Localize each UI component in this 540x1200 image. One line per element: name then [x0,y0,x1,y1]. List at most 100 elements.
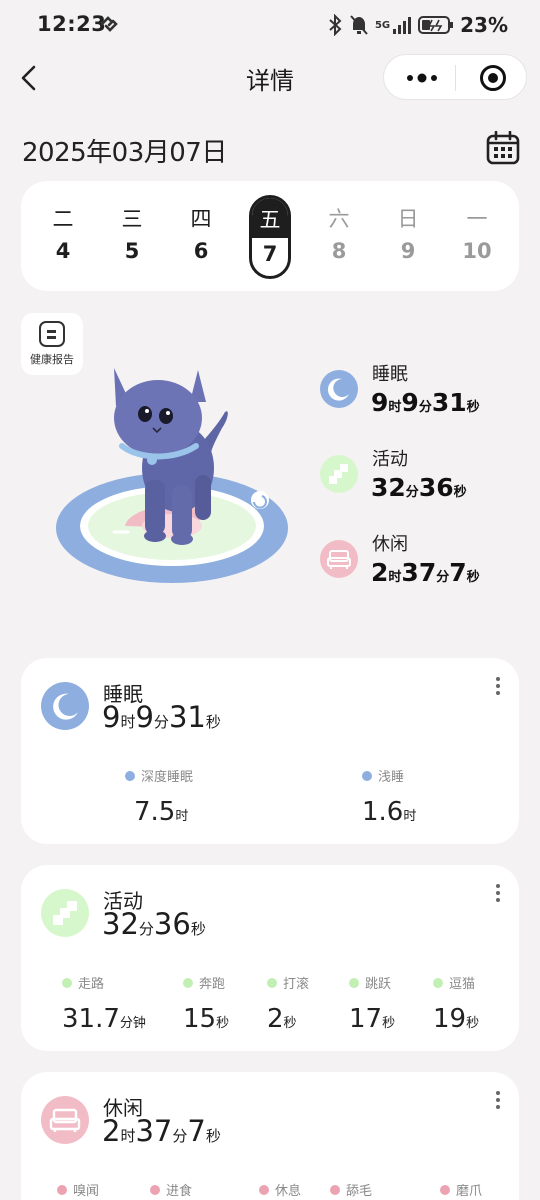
moon-zz-icon: zZ [41,682,89,730]
metric-value: 7.5 [134,797,176,827]
day-number: 9 [400,239,416,263]
metric-dot [57,1184,67,1195]
mute-bell-icon [350,15,368,35]
leisure-card-total: 2时37分7秒 [102,1114,221,1148]
metric-label: 舔毛 [346,1184,373,1199]
metric-label: 磨爪 [456,1184,483,1199]
summary-activity-value: 32分36秒 [371,473,467,502]
more-dots-icon[interactable] [404,69,440,87]
network-type-label: 5G [374,19,391,31]
summary-leisure-value: 2时37分7秒 [371,558,480,587]
day-item-10[interactable]: 一 10 [456,195,498,279]
metric-dot [349,977,359,988]
day-item-8[interactable]: 六 8 [318,195,360,279]
calendar-icon[interactable] [486,131,520,165]
day-number: 6 [193,239,209,263]
metric-groom: 舔毛 [330,1180,372,1199]
summary-sleep: zZ 睡眠 9时9分31秒 [320,360,520,430]
more-vert-icon[interactable] [495,883,501,903]
day-number: 10 [462,239,492,263]
metric-dot [433,977,443,988]
metric-dot [267,977,277,988]
metric-unit: 秒 [382,1016,396,1031]
day-item-9[interactable]: 日 9 [387,195,429,279]
summary-sleep-name: 睡眠 [372,364,408,385]
metric-unit: 秒 [466,1016,480,1031]
close-target-icon[interactable] [480,65,506,91]
day-weekday: 六 [328,207,350,231]
leisure-card[interactable]: 休闲 2时37分7秒 嗅闻 进食 休息 舔毛 磨爪 [21,1072,519,1200]
metric-value: 19 [433,1004,467,1034]
metric-dot [183,977,193,988]
metric-dot [362,770,372,781]
more-vert-icon[interactable] [495,676,501,696]
cat-illustration [56,368,288,583]
metric-dot [259,1184,269,1195]
metric-eat: 进食 [150,1180,192,1199]
metric-unit: 时 [403,809,417,824]
svg-text:zZ: zZ [341,384,350,392]
metric-value: 31.7 [62,1004,120,1034]
signal-icon [393,17,412,34]
summary-activity: 活动 32分36秒 [320,445,520,515]
metric-label: 进食 [166,1184,193,1199]
battery-percent: 23% [460,13,508,37]
metric-sniff: 嗅闻 [57,1180,99,1199]
battery-icon [418,16,454,34]
metric-dot [150,1184,160,1195]
activity-card-total: 32分36秒 [102,907,206,941]
status-time: 12:23 [37,12,107,36]
metric-label: 奔跑 [199,977,226,992]
metric-label: 走路 [78,977,105,992]
metric-unit: 时 [175,809,189,824]
metric-unit: 秒 [216,1016,230,1031]
metric-run: 奔跑 15秒 [183,973,229,1034]
metric-deep-sleep: 深度睡眠 7.5时 [125,766,193,827]
more-vert-icon[interactable] [495,1090,501,1110]
metric-value: 2 [267,1004,284,1034]
metric-label: 深度睡眠 [141,770,194,785]
day-item-4[interactable]: 二 4 [42,195,84,279]
summary-leisure: 休闲 2时37分7秒 [320,530,520,600]
metric-value: 17 [349,1004,383,1034]
day-number: 4 [55,239,71,263]
svg-text:zZ: zZ [67,701,77,710]
metric-label: 打滚 [283,977,310,992]
metric-label: 嗅闻 [73,1184,100,1199]
metric-label: 逗猫 [449,977,476,992]
mini-program-capsule [383,54,527,100]
activity-squares-icon [41,889,89,937]
metric-scratch: 磨爪 [440,1180,482,1199]
metric-label: 跳跃 [365,977,392,992]
day-item-5[interactable]: 三 5 [111,195,153,279]
moon-zz-icon: zZ [320,370,358,408]
metric-walk: 走路 31.7分钟 [62,973,146,1034]
sofa-icon [41,1096,89,1144]
metric-roll: 打滚 2秒 [267,973,309,1034]
summary-leisure-name: 休闲 [372,534,408,555]
day-weekday: 日 [397,207,419,231]
sleep-card-total: 9时9分31秒 [102,700,221,734]
metric-light-sleep: 浅睡 1.6时 [362,766,416,827]
metric-value: 15 [183,1004,217,1034]
activity-card[interactable]: 活动 32分36秒 走路 31.7分钟 奔跑 15秒 打滚 2秒 跳跃 17秒 … [21,865,519,1051]
metric-dot [125,770,135,781]
report-icon [39,321,65,347]
nav-bar: 详情 [0,50,540,108]
sleep-card[interactable]: zZ 睡眠 9时9分31秒 深度睡眠 7.5时 浅睡 1.6时 [21,658,519,844]
day-item-6[interactable]: 四 6 [180,195,222,279]
metric-dot [62,977,72,988]
day-item-7-selected[interactable]: 五 7 [249,195,291,279]
metric-dot [330,1184,340,1195]
metric-dot [440,1184,450,1195]
metric-rest: 休息 [259,1180,301,1199]
status-icons: 5G 23% [327,13,508,37]
status-bar: 12:23 5G 23% [0,0,540,50]
day-weekday: 五 [252,198,288,238]
metric-jump: 跳跃 17秒 [349,973,395,1034]
sofa-icon [320,540,358,578]
metric-label: 休息 [275,1184,302,1199]
metric-label: 浅睡 [378,770,405,785]
day-weekday: 二 [52,207,74,231]
metric-unit: 秒 [283,1016,297,1031]
